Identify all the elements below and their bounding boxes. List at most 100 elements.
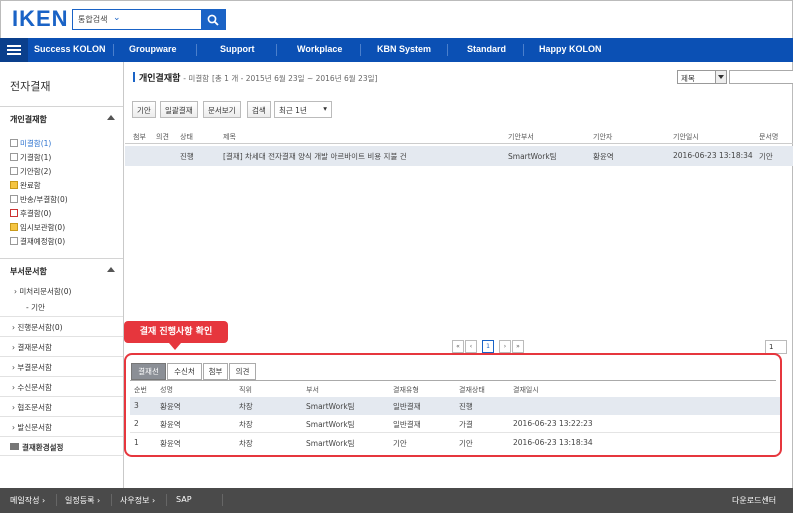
sidebar-item-cooperation-docs[interactable]: › 협조문서함 <box>0 396 123 416</box>
last-page-button[interactable]: » <box>512 340 524 353</box>
callout-pointer <box>169 343 181 350</box>
sidebar-item-post-approval[interactable]: 후결함(0) <box>10 208 51 219</box>
tab-attachments[interactable]: 첨부 <box>203 363 228 380</box>
footer-add-schedule[interactable]: 일정등록 › <box>65 495 100 506</box>
table-row[interactable]: 진행 [결재] 차세대 전자결재 양식 개발 아르바이트 비용 지불 건 Sma… <box>125 146 793 166</box>
row-date: 2016-06-23 13:18:34 <box>673 151 753 160</box>
hamburger-menu-icon[interactable] <box>0 38 28 62</box>
row-dept: SmartWork팀 <box>508 152 557 161</box>
view-document-button[interactable]: 문서보기 <box>203 101 241 118</box>
folder-icon <box>10 223 18 231</box>
nav-success-kolon[interactable]: Success KOLON <box>34 44 106 54</box>
sidebar-item-in-progress[interactable]: › 진행문서함(0) <box>0 316 123 336</box>
footer-employee-info[interactable]: 사우정보 › <box>120 495 155 506</box>
approval-detail-panel: 결재선 수신처 첨부 의견 순번 성명 직위 부서 결재유형 결재상태 결재일시… <box>124 353 782 457</box>
document-icon <box>10 209 18 217</box>
col-docname[interactable]: 문서명 <box>759 132 778 142</box>
nav-support[interactable]: Support <box>220 44 255 54</box>
collapse-arrow-icon[interactable] <box>107 115 115 120</box>
title-accent-bar <box>133 72 135 82</box>
page-title: 개인결재함 - 미결함 [총 1 개 - 2015년 6월 23일 ~ 2016… <box>133 71 377 84</box>
nav-kbn-system[interactable]: KBN System <box>377 44 431 54</box>
sidebar-item-approval-docs[interactable]: › 결재문서함 <box>0 336 123 356</box>
next-page-button[interactable]: › <box>499 340 511 353</box>
sidebar-item-completed[interactable]: 완료함 <box>10 180 41 191</box>
sidebar-section-dept[interactable]: 부서문서함 <box>0 258 123 282</box>
col-dept[interactable]: 기안부서 <box>508 132 534 142</box>
nav-divider <box>447 44 448 56</box>
tab-recipients[interactable]: 수신처 <box>167 363 202 380</box>
sidebar-item-scheduled[interactable]: 결재예정함(0) <box>10 236 65 247</box>
top-nav: Success KOLON Groupware Support Workplac… <box>0 38 793 62</box>
nav-divider <box>113 44 114 56</box>
row-drafter: 황윤역 <box>593 152 614 161</box>
nav-groupware[interactable]: Groupware <box>129 44 177 54</box>
nav-divider <box>196 44 197 56</box>
collapse-arrow-icon[interactable] <box>107 267 115 272</box>
sidebar-item-settings[interactable]: 결재환경설정 <box>0 436 123 456</box>
sidebar-item-sent-docs[interactable]: › 발신문서함 <box>0 416 123 436</box>
col-approval-date: 결재일시 <box>513 386 539 394</box>
sidebar-item-temp-storage[interactable]: 임시보관함(0) <box>10 222 65 233</box>
search-box[interactable]: 통합검색 ⌄ <box>72 9 226 30</box>
sidebar-item-draft-sub[interactable]: - 기안 <box>26 302 45 313</box>
tab-opinions[interactable]: 의견 <box>229 363 256 380</box>
col-title[interactable]: 제목 <box>223 132 236 142</box>
footer-sap[interactable]: SAP <box>176 495 192 504</box>
sidebar-section-personal[interactable]: 개인결재함 <box>0 106 123 130</box>
pencil-icon <box>10 167 18 175</box>
document-icon <box>10 139 18 147</box>
first-page-button[interactable]: « <box>452 340 464 353</box>
batch-approve-button[interactable]: 일괄결재 <box>160 101 198 118</box>
col-date[interactable]: 기안일시 <box>673 132 699 142</box>
search-button[interactable]: 검색 <box>247 101 271 118</box>
search-scope-select[interactable]: 통합검색 <box>78 14 107 25</box>
approval-row[interactable]: 3 황윤역 차장 SmartWork팀 일반결재 진행 <box>130 397 780 415</box>
nav-happy-kolon[interactable]: Happy KOLON <box>539 44 602 54</box>
search-button[interactable] <box>201 9 226 30</box>
download-center-button[interactable]: 다운로드센터 <box>732 495 776 506</box>
bottom-bar: 메일작성 › 일정등록 › 사우정보 › SAP 다운로드센터 <box>0 488 793 513</box>
sidebar-item-drafted[interactable]: 기안함(2) <box>10 166 51 177</box>
tab-underline <box>130 380 776 381</box>
sidebar-item-approved[interactable]: 기결함(1) <box>10 152 51 163</box>
col-drafter[interactable]: 기안자 <box>593 132 612 142</box>
approval-row[interactable]: 2 황윤역 차장 SmartWork팀 일반결재 가결 2016-06-23 1… <box>130 415 780 433</box>
sidebar: 전자결재 개인결재함 미결함(1) 기결함(1) 기안함(2) 완료함 반송/부… <box>0 62 124 488</box>
sidebar-title: 전자결재 <box>10 80 51 93</box>
document-icon <box>10 195 18 203</box>
draft-button[interactable]: 기안 <box>132 101 156 118</box>
monitor-icon <box>10 443 19 450</box>
prev-page-button[interactable]: ‹ <box>465 340 477 353</box>
nav-workplace[interactable]: Workplace <box>297 44 342 54</box>
sidebar-item-rejected-docs[interactable]: › 부결문서함 <box>0 356 123 376</box>
dropdown-arrow-icon <box>715 71 726 83</box>
iken-logo[interactable]: IKEN <box>12 6 69 32</box>
clock-icon <box>10 237 18 245</box>
sidebar-item-unprocessed[interactable]: › 미처리문서함(0) <box>14 286 71 297</box>
footer-divider <box>166 494 167 506</box>
footer-divider <box>111 494 112 506</box>
page-1-button[interactable]: 1 <box>482 340 494 353</box>
col-approval-type: 결재유형 <box>393 386 419 394</box>
sidebar-item-pending[interactable]: 미결함(1) <box>10 138 51 149</box>
search-field-select[interactable]: 제목 <box>677 70 727 84</box>
sidebar-item-received-docs[interactable]: › 수신문서함 <box>0 376 123 396</box>
row-docname: 기안 <box>759 152 773 161</box>
col-attach: 첨부 <box>133 133 146 141</box>
document-icon <box>10 153 18 161</box>
col-approval-state: 결재상태 <box>459 386 485 394</box>
footer-compose-mail[interactable]: 메일작성 › <box>10 495 45 506</box>
folder-icon <box>10 181 18 189</box>
period-select[interactable]: 최근 1년 ▾ <box>274 101 332 118</box>
footer-divider <box>222 494 223 506</box>
page-number-input[interactable]: 1 <box>765 340 787 354</box>
search-input[interactable] <box>729 70 793 84</box>
nav-standard[interactable]: Standard <box>467 44 506 54</box>
approval-row[interactable]: 1 황윤역 차장 SmartWork팀 기안 기안 2016-06-23 13:… <box>130 434 780 452</box>
row-status: 진행 <box>180 152 194 161</box>
chevron-down-icon: ▾ <box>323 104 327 113</box>
tab-approval-line[interactable]: 결재선 <box>131 363 166 380</box>
row-title-link[interactable]: [결재] 차세대 전자결재 양식 개발 아르바이트 비용 지불 건 <box>223 151 407 162</box>
sidebar-item-returned[interactable]: 반송/부결함(0) <box>10 194 68 205</box>
